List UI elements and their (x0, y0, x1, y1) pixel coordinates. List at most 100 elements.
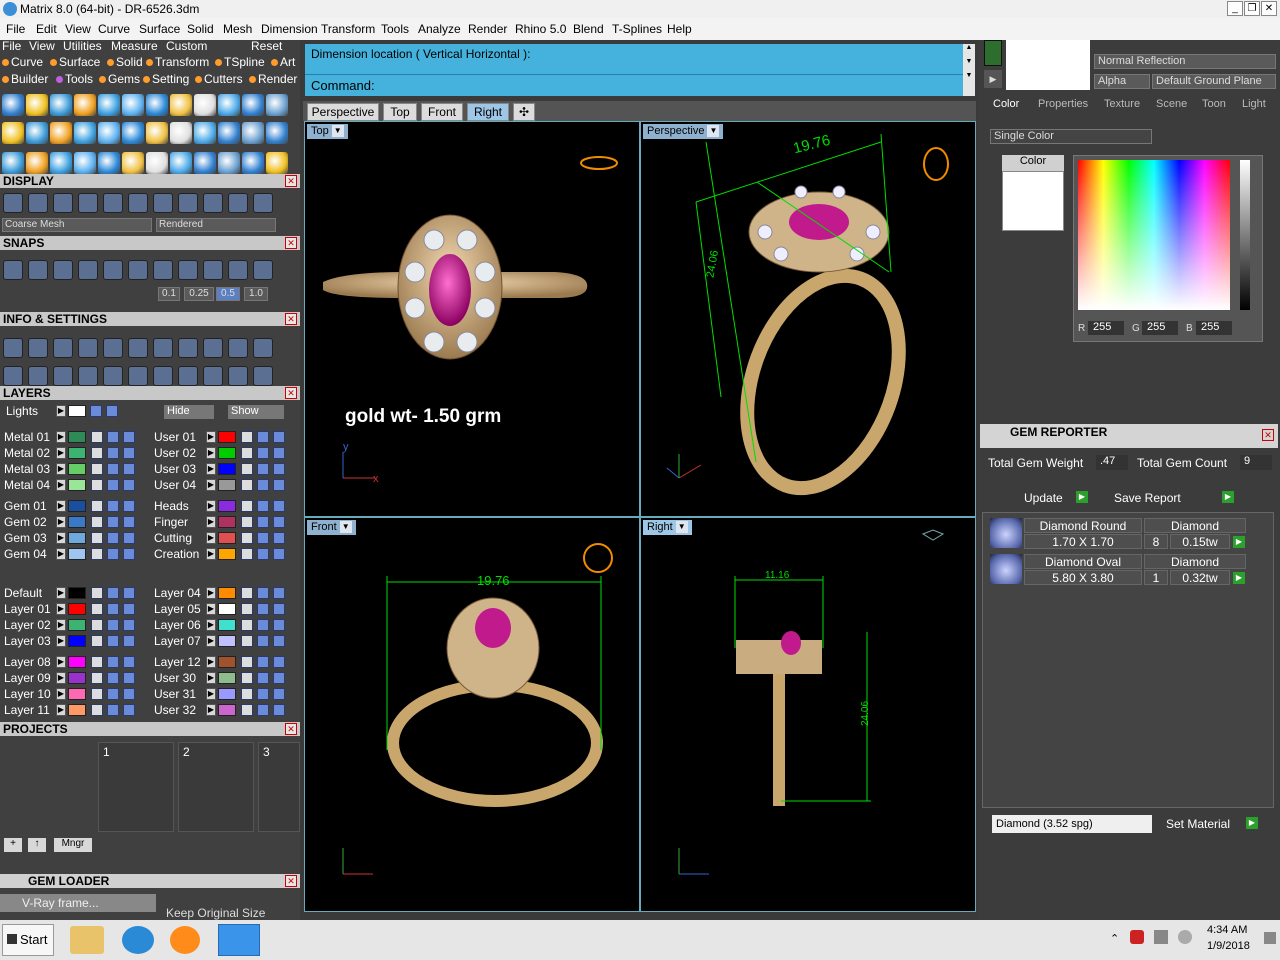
render-toggle-icon[interactable] (123, 603, 135, 615)
tool-icon[interactable] (228, 193, 248, 213)
layer-arrow-icon[interactable]: ▶ (206, 516, 216, 528)
visibility-icon[interactable] (107, 688, 119, 700)
render-toggle-icon[interactable] (273, 672, 285, 684)
layer-color-swatch[interactable] (68, 479, 86, 491)
lock-icon[interactable] (241, 587, 253, 599)
mesh-dropdown[interactable]: Coarse Mesh (2, 218, 152, 232)
layer-row[interactable]: Metal 04 ▶ (3, 478, 143, 492)
visibility-icon[interactable] (107, 479, 119, 491)
tool-icon[interactable] (128, 366, 148, 386)
layer-color-swatch[interactable] (68, 500, 86, 512)
lock-icon[interactable] (241, 447, 253, 459)
layer-row[interactable]: Layer 03 ▶ (3, 634, 143, 648)
visibility-icon[interactable] (107, 635, 119, 647)
visibility-icon[interactable] (257, 463, 269, 475)
tool-icon[interactable] (26, 152, 48, 174)
tab-front[interactable]: Front (421, 103, 463, 121)
menu-rhino[interactable]: Rhino 5.0 (515, 22, 566, 36)
layer-color-swatch[interactable] (218, 704, 236, 716)
tool-icon[interactable] (170, 122, 192, 144)
layer-color-swatch[interactable] (68, 587, 86, 599)
tool-icon[interactable] (128, 260, 148, 280)
layer-color-swatch[interactable] (218, 548, 236, 560)
visibility-icon[interactable] (257, 431, 269, 443)
tool-icon[interactable] (74, 94, 96, 116)
gem-play-icon[interactable]: ▶ (1233, 572, 1245, 584)
lock-icon[interactable] (241, 463, 253, 475)
menu-mesh[interactable]: Mesh (223, 22, 252, 36)
layer-color-swatch[interactable] (218, 463, 236, 475)
layer-row[interactable]: Heads ▶ (153, 499, 293, 513)
tool-icon[interactable] (78, 366, 98, 386)
layer-row[interactable]: Layer 10 ▶ (3, 687, 143, 701)
tool-icon[interactable] (28, 338, 48, 358)
tool-icon[interactable] (178, 260, 198, 280)
snap-value[interactable]: 0.25 (184, 287, 214, 301)
lock-icon[interactable] (241, 672, 253, 684)
layer-arrow-icon[interactable]: ▶ (56, 672, 66, 684)
layer-row[interactable]: Layer 04 ▶ (153, 586, 293, 600)
visibility-icon[interactable] (257, 635, 269, 647)
add-icon[interactable]: + (4, 838, 22, 852)
lock-icon[interactable] (91, 463, 103, 475)
layer-color-swatch[interactable] (218, 688, 236, 700)
layer-color-swatch[interactable] (218, 656, 236, 668)
layer-arrow-icon[interactable]: ▶ (206, 532, 216, 544)
layer-color-swatch[interactable] (68, 688, 86, 700)
layer-row[interactable]: Layer 05 ▶ (153, 602, 293, 616)
tool-icon[interactable] (266, 94, 288, 116)
render-toggle-icon[interactable] (123, 516, 135, 528)
tool-icon[interactable] (28, 193, 48, 213)
layer-row[interactable]: Layer 01 ▶ (3, 602, 143, 616)
layer-color-swatch[interactable] (68, 447, 86, 459)
visibility-icon[interactable] (257, 447, 269, 459)
visibility-icon[interactable] (257, 500, 269, 512)
render-toggle-icon[interactable] (273, 431, 285, 443)
tool-icon[interactable] (242, 122, 264, 144)
clock-date[interactable]: 1/9/2018 (1207, 940, 1250, 952)
layer-arrow-icon[interactable]: ▶ (56, 704, 66, 716)
tab-light[interactable]: Light (1242, 98, 1266, 110)
tab-scene[interactable]: Scene (1156, 98, 1187, 110)
tool-icon[interactable] (203, 338, 223, 358)
visibility-icon[interactable] (257, 548, 269, 560)
builder-builder[interactable]: Builder (2, 72, 48, 86)
tool-icon[interactable] (122, 122, 144, 144)
hide-toggle[interactable]: Hide (164, 405, 214, 419)
tool-icon[interactable] (128, 193, 148, 213)
tool-icon[interactable] (266, 122, 288, 144)
layer-row[interactable]: User 03 ▶ (153, 462, 293, 476)
lock-icon[interactable] (91, 532, 103, 544)
render-toggle-icon[interactable] (123, 619, 135, 631)
start-button[interactable]: Start (2, 924, 54, 956)
render-dropdown[interactable]: Rendered (156, 218, 276, 232)
lock-icon[interactable] (91, 603, 103, 615)
render-toggle-icon[interactable] (273, 532, 285, 544)
lock-icon[interactable] (91, 516, 103, 528)
tool-icon[interactable] (3, 338, 23, 358)
set-material-button[interactable]: Set Material (1166, 817, 1230, 831)
layer-color-swatch[interactable] (68, 656, 86, 668)
layer-row[interactable]: User 04 ▶ (153, 478, 293, 492)
layer-row[interactable]: Gem 03 ▶ (3, 531, 143, 545)
project-slot[interactable]: 3 (258, 742, 300, 832)
project-slot[interactable]: 2 (178, 742, 254, 832)
layer-row[interactable]: Layer 09 ▶ (3, 671, 143, 685)
visibility-icon[interactable] (257, 656, 269, 668)
command-scrollbar[interactable]: ▲ ▼ ▼ (963, 44, 975, 96)
tool-icon[interactable] (128, 338, 148, 358)
viewport-top[interactable]: Top ▼ yx gold wt- 1.50 grm (304, 121, 640, 517)
visibility-icon[interactable] (107, 548, 119, 560)
tool-icon[interactable] (122, 152, 144, 174)
tab-top[interactable]: Top (383, 103, 417, 121)
tab-properties[interactable]: Properties (1038, 98, 1088, 110)
add-tab-icon[interactable]: ✣ (513, 103, 535, 121)
lock-icon[interactable] (91, 479, 103, 491)
viewport-front[interactable]: Front ▼ 19.76 (304, 517, 640, 912)
builder-gems[interactable]: Gems (99, 72, 140, 86)
render-toggle-icon[interactable] (123, 431, 135, 443)
layer-row[interactable]: Layer 12 ▶ (153, 655, 293, 669)
builder-art[interactable]: Art (271, 55, 295, 69)
tool-icon[interactable] (53, 366, 73, 386)
lock-icon[interactable] (91, 688, 103, 700)
